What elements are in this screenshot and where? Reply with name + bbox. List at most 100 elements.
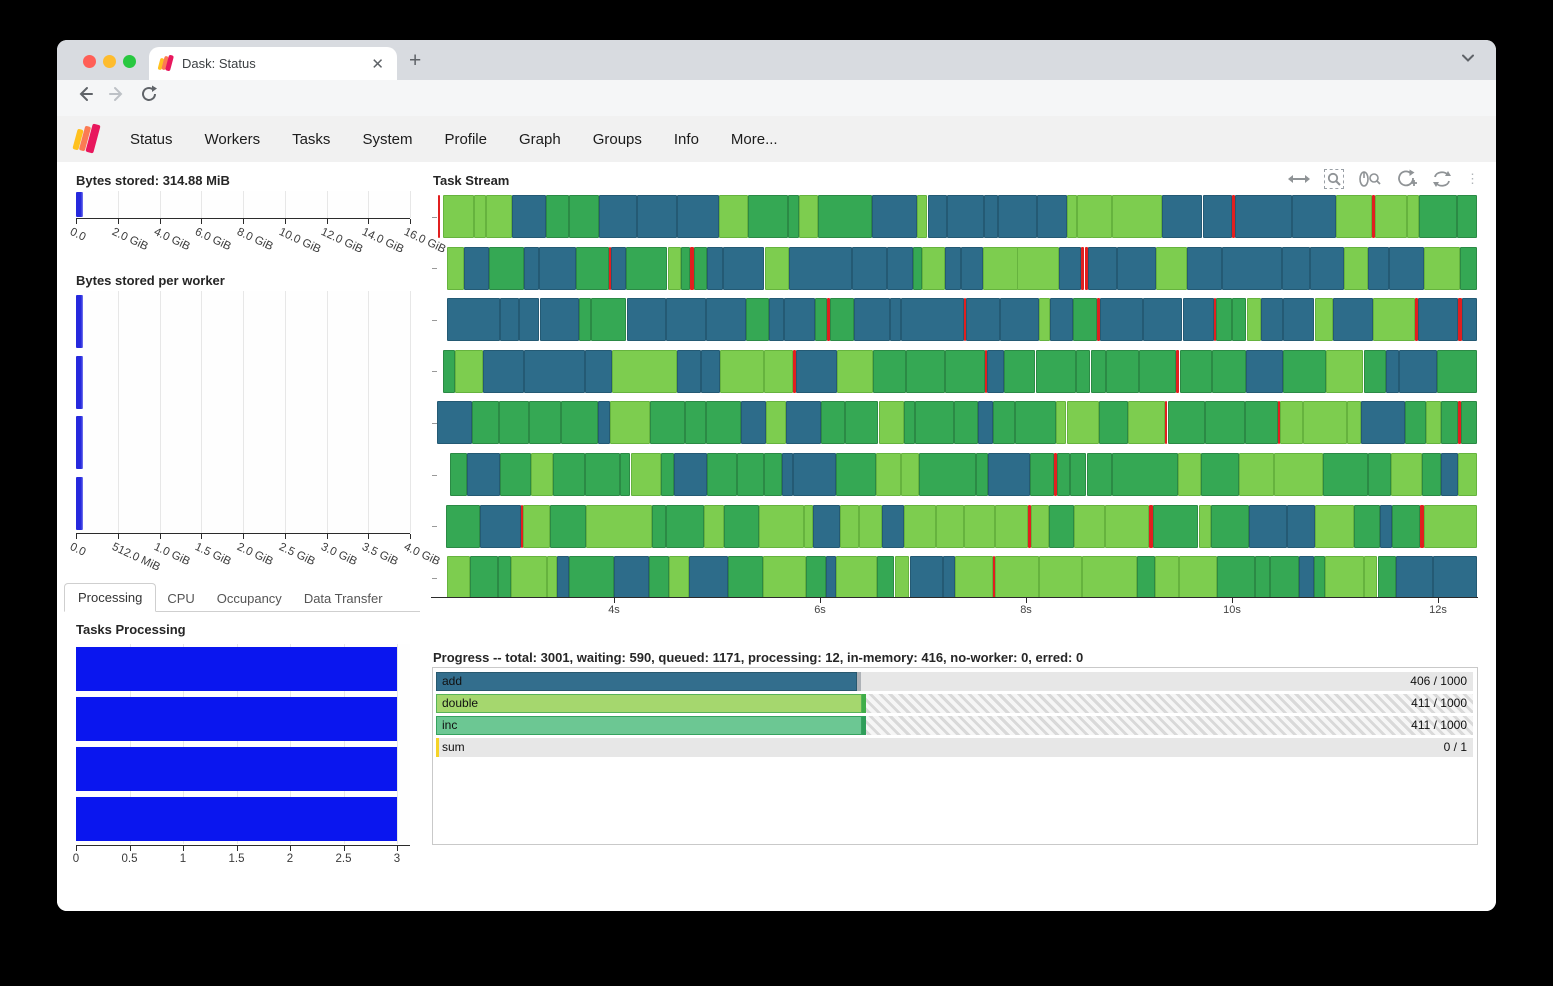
nav-item-system[interactable]: System [362, 131, 412, 148]
task-segment [1222, 247, 1282, 290]
task-stream-ytick [432, 423, 437, 424]
task-segment [1212, 350, 1246, 393]
tab-close-icon[interactable]: ✕ [368, 55, 387, 73]
worker-bytes-bar [76, 356, 83, 409]
task-segment [1245, 401, 1278, 444]
axis-tick-label: 2.5 GiB [277, 541, 317, 568]
task-segment [1325, 556, 1364, 597]
tab-occupancy[interactable]: Occupancy [206, 585, 293, 612]
nav-item-groups[interactable]: Groups [593, 131, 642, 148]
bytes-stored-chart [76, 191, 410, 218]
task-segment [945, 350, 985, 393]
axis-tick [397, 846, 398, 851]
task-segment [766, 401, 785, 444]
axis-tick-label: 12.0 GiB [318, 226, 364, 256]
task-segment [557, 556, 569, 597]
tab-processing[interactable]: Processing [64, 583, 156, 612]
task-segment [668, 247, 682, 290]
task-stream-ytick [432, 475, 437, 476]
reload-icon[interactable] [139, 84, 159, 104]
task-segment [1418, 298, 1458, 341]
task-segment [1017, 247, 1059, 290]
task-segment [993, 401, 1015, 444]
nav-item-info[interactable]: Info [674, 131, 699, 148]
task-segment [569, 556, 614, 597]
task-segment [1049, 505, 1074, 548]
task-segment [546, 195, 569, 238]
box-zoom-icon[interactable] [1324, 169, 1344, 189]
nav-item-tasks[interactable]: Tasks [292, 131, 330, 148]
task-segment [1057, 453, 1071, 496]
bokeh-toolbar: ⋮ [1307, 167, 1479, 191]
task-segment [1347, 401, 1361, 444]
task-segment [1155, 556, 1179, 597]
task-segment [1128, 401, 1166, 444]
tab-search-chevron-icon[interactable] [1462, 54, 1474, 62]
task-segment [1187, 247, 1223, 290]
task-segment [1373, 298, 1415, 341]
nav-item-profile[interactable]: Profile [444, 131, 487, 148]
axis-tick [1026, 598, 1027, 603]
browser-tab[interactable]: Dask: Status ✕ [149, 47, 397, 80]
axis-tick-label: 14.0 GiB [360, 226, 406, 256]
axis-tick-label: 2.0 GiB [235, 541, 275, 568]
refresh-icon[interactable] [1432, 170, 1452, 188]
task-segment [793, 453, 836, 496]
pan-icon[interactable] [1288, 171, 1310, 187]
task-segment [876, 453, 902, 496]
task-segment [915, 401, 954, 444]
nav-item-more[interactable]: More... [731, 131, 778, 148]
task-segment [1368, 247, 1389, 290]
task-segment [804, 505, 813, 548]
task-segment [447, 298, 500, 341]
task-segment [1217, 556, 1255, 597]
task-segment [1239, 453, 1274, 496]
nav-item-graph[interactable]: Graph [519, 131, 561, 148]
task-segment [437, 401, 472, 444]
axis-tick [290, 846, 291, 851]
wheel-zoom-icon[interactable] [1358, 170, 1382, 188]
task-segment [1336, 195, 1372, 238]
bytes-stored-bar [76, 192, 83, 217]
task-segment [919, 453, 976, 496]
task-segment [1178, 453, 1201, 496]
tab-data-transfer[interactable]: Data Transfer [293, 585, 394, 612]
task-segment [614, 556, 649, 597]
window-minimize-button[interactable] [103, 55, 116, 68]
task-segment [936, 505, 964, 548]
task-segment [677, 195, 719, 238]
window-close-button[interactable] [83, 55, 96, 68]
axis-tick [410, 219, 411, 224]
task-segment [1354, 505, 1380, 548]
nav-item-workers[interactable]: Workers [205, 131, 261, 148]
window-zoom-button[interactable] [123, 55, 136, 68]
nav-item-status[interactable]: Status [130, 131, 173, 148]
axis-tick [1232, 598, 1233, 603]
task-segment [837, 350, 873, 393]
task-segment [706, 401, 741, 444]
worker-bytes-bar [76, 416, 83, 469]
task-segment [1183, 298, 1215, 341]
task-stream-title: Task Stream [433, 173, 509, 188]
task-segment [512, 195, 546, 238]
reset-zoom-icon[interactable] [1396, 169, 1418, 189]
task-segment [637, 195, 677, 238]
task-segment [978, 401, 994, 444]
task-segment [821, 401, 844, 444]
task-segment [689, 556, 729, 597]
task-segment [913, 247, 922, 290]
axis-tick-label: 1.5 GiB [193, 541, 233, 568]
dask-logo[interactable] [75, 124, 99, 154]
progress-cap [857, 672, 861, 691]
new-tab-button[interactable]: + [409, 49, 421, 73]
bokeh-menu-icon[interactable]: ⋮ [1466, 171, 1479, 187]
task-segment [1050, 298, 1073, 341]
tab-cpu[interactable]: CPU [156, 585, 205, 612]
task-stream-plot[interactable] [437, 193, 1477, 597]
forward-icon[interactable] [107, 84, 127, 104]
back-icon[interactable] [75, 84, 95, 104]
task-segment [486, 195, 512, 238]
task-segment [724, 505, 759, 548]
tasks-processing-bar [76, 797, 397, 841]
progress-row-inc: inc411 / 1000 [436, 716, 1473, 735]
